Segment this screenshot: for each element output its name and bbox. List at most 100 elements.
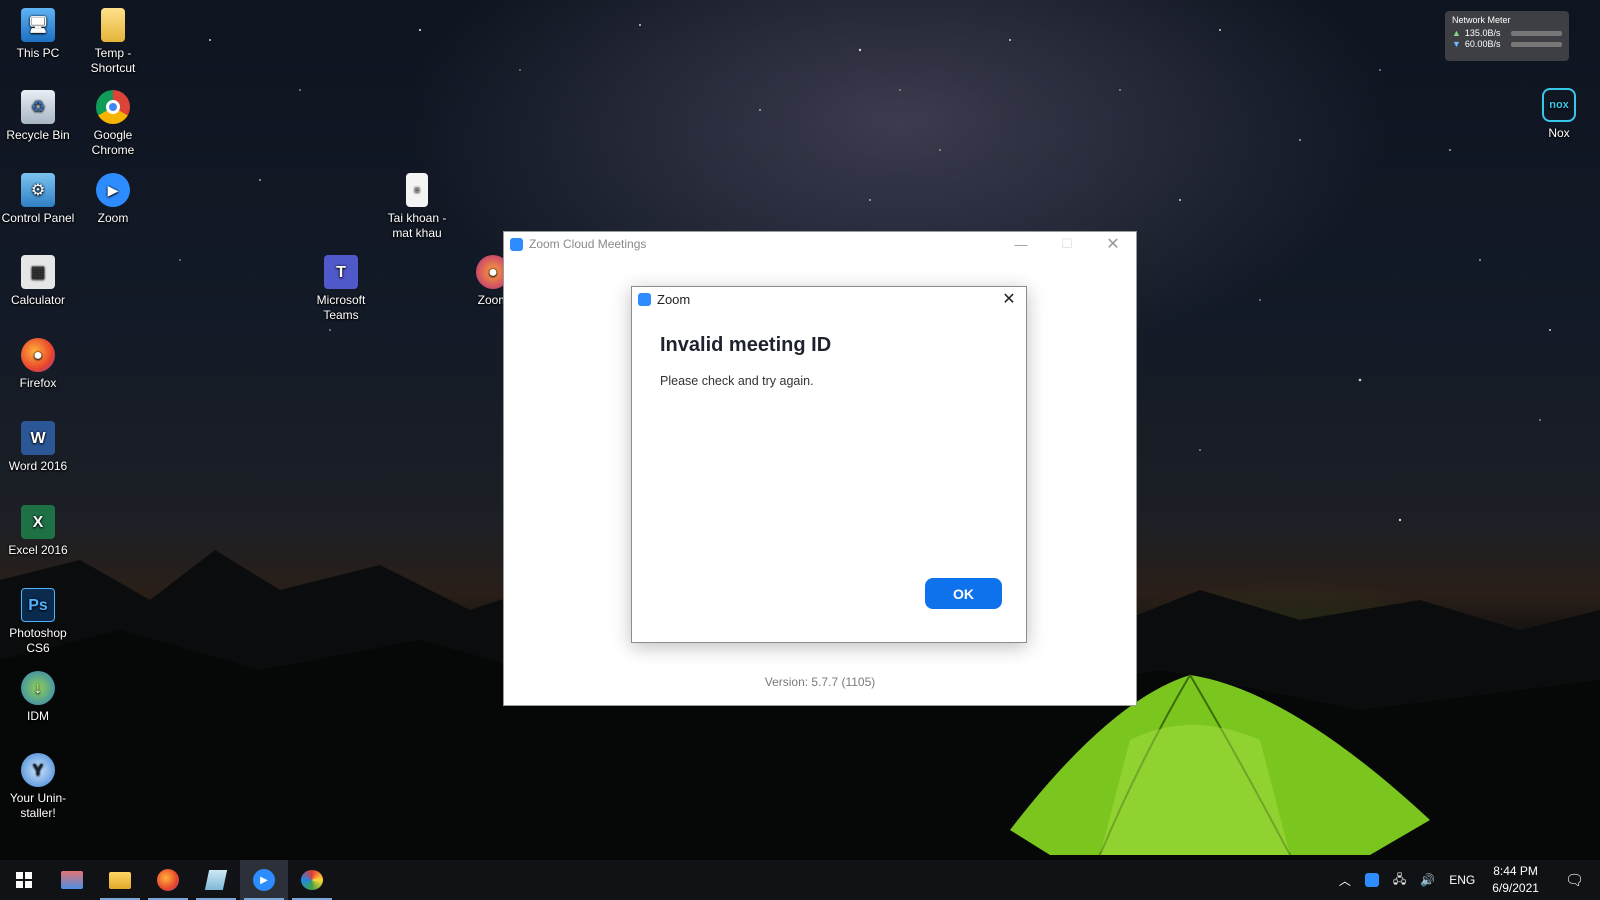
- zoom-logo-icon: [510, 237, 523, 251]
- desktop-icon-label: This PC: [16, 46, 60, 60]
- word-icon: W: [21, 421, 55, 455]
- error-dialog: Zoom ✕ Invalid meeting ID Please check a…: [631, 286, 1027, 643]
- desktop-icon-control-panel[interactable]: ⚙ Control Panel: [0, 173, 76, 226]
- taskbar-clock[interactable]: 8:44 PM 6/9/2021: [1482, 863, 1549, 897]
- control-panel-icon: ⚙: [21, 173, 55, 207]
- download-bar: [1510, 41, 1562, 47]
- desktop-icon-label: Recycle Bin: [6, 128, 70, 142]
- desktop-icon-label: Tai khoan - mat khau: [387, 211, 447, 240]
- tray-zoom-icon[interactable]: [1358, 873, 1386, 887]
- taskbar-app-file-explorer[interactable]: [96, 860, 144, 900]
- chrome-icon: [96, 90, 130, 124]
- zoom-window-title: Zoom Cloud Meetings: [529, 237, 647, 251]
- firefox-icon: ●: [21, 338, 55, 372]
- upload-bar: [1510, 30, 1562, 36]
- desktop-icon-word[interactable]: W Word 2016: [0, 421, 76, 474]
- idm-icon: ↓: [21, 671, 55, 705]
- ok-button[interactable]: OK: [925, 578, 1002, 609]
- control-panel-icon: [61, 871, 83, 889]
- zoom-icon: ▶: [253, 869, 275, 891]
- desktop-icon-label: Firefox: [19, 376, 57, 390]
- start-button[interactable]: [0, 860, 48, 900]
- taskbar: ▶ ︿ 🖧 🔊 ENG 8:44 PM 6/9/2021 🗨: [0, 860, 1600, 900]
- close-window-button[interactable]: ✕: [1090, 232, 1136, 256]
- folder-icon: [109, 871, 131, 889]
- dialog-close-button[interactable]: ✕: [998, 289, 1020, 309]
- desktop-icon-label: Nox: [1548, 126, 1570, 140]
- desktop-icon-label: IDM: [27, 709, 49, 723]
- system-tray: ︿ 🖧 🔊 ENG 8:44 PM 6/9/2021 🗨: [1332, 860, 1600, 900]
- desktop-icon-label: Excel 2016: [8, 543, 68, 557]
- desktop-icon-photoshop[interactable]: Ps Photoshop CS6: [0, 588, 76, 656]
- excel-icon: X: [21, 505, 55, 539]
- close-icon: ✕: [1002, 291, 1016, 308]
- download-arrow-icon: ▼: [1452, 39, 1461, 49]
- desktop-icon-zoom[interactable]: ▶ Zoom: [75, 173, 151, 226]
- desktop-icon-label: Word 2016: [8, 459, 68, 473]
- network-tray-button[interactable]: 🖧: [1386, 870, 1413, 891]
- taskbar-app-control-panel[interactable]: [48, 860, 96, 900]
- nox-icon: nox: [1542, 88, 1576, 122]
- zoom-icon: [1364, 873, 1379, 887]
- volume-tray-button[interactable]: 🔊: [1413, 873, 1442, 887]
- notification-icon: 🗨: [1564, 872, 1584, 889]
- dialog-titlebar[interactable]: Zoom: [632, 287, 1026, 311]
- paint-icon: [301, 870, 323, 890]
- network-meter-title: Network Meter: [1452, 15, 1511, 25]
- notes-icon: [204, 870, 228, 890]
- speaker-icon: 🔊: [1420, 873, 1436, 887]
- desktop-icon-chrome[interactable]: Google Chrome: [75, 90, 151, 158]
- action-center-button[interactable]: 🗨: [1549, 871, 1600, 889]
- upload-arrow-icon: ▲: [1452, 28, 1461, 38]
- show-hidden-icons-button[interactable]: ︿: [1332, 872, 1358, 889]
- maximize-button[interactable]: ☐: [1044, 232, 1090, 256]
- computer-icon: 🖥: [21, 8, 55, 42]
- language-indicator[interactable]: ENG: [1442, 873, 1482, 887]
- desktop-icon-label: Calculator: [10, 293, 66, 307]
- desktop-icon-idm[interactable]: ↓ IDM: [0, 671, 76, 724]
- desktop-icon-teams[interactable]: T Microsoft Teams: [303, 255, 379, 323]
- dialog-message: Please check and try again.: [660, 374, 814, 388]
- desktop-icon-nox[interactable]: nox Nox: [1521, 88, 1597, 141]
- zoom-logo-icon: [638, 292, 651, 306]
- desktop-icon-calculator[interactable]: ▦ Calculator: [0, 255, 76, 308]
- desktop-icon-label: Temp - Shortcut: [90, 46, 136, 75]
- desktop-icon-temp-shortcut[interactable]: Temp - Shortcut: [75, 8, 151, 76]
- taskbar-app-zoom[interactable]: ▶: [240, 860, 288, 900]
- uninstaller-icon: Y: [21, 753, 55, 787]
- desktop-icon-label: Zoom: [97, 211, 129, 225]
- chevron-up-icon: ︿: [1338, 873, 1351, 888]
- folder-icon: [101, 8, 125, 42]
- dialog-title: Zoom: [657, 291, 691, 307]
- desktop-icon-tai-khoan[interactable]: ≡ Tai khoan - mat khau: [379, 173, 455, 241]
- upload-speed: 135.0B/s: [1464, 28, 1501, 38]
- firefox-icon: [157, 869, 179, 891]
- calculator-icon: ▦: [21, 255, 55, 289]
- desktop-icon-firefox[interactable]: ● Firefox: [0, 338, 76, 391]
- taskbar-app-firefox[interactable]: [144, 860, 192, 900]
- teams-icon: T: [324, 255, 358, 289]
- desktop-icon-label: Your Unin-staller!: [9, 791, 67, 820]
- desktop-icon-label: Photoshop CS6: [9, 626, 67, 655]
- version-label: Version: 5.7.7 (1105): [764, 675, 876, 689]
- taskbar-app-notes[interactable]: [192, 860, 240, 900]
- desktop-icon-label: Control Panel: [1, 211, 75, 225]
- desktop-icon-recycle-bin[interactable]: ♻ Recycle Bin: [0, 90, 76, 143]
- network-icon: 🖧: [1392, 871, 1407, 886]
- dialog-heading: Invalid meeting ID: [660, 334, 832, 356]
- recycle-bin-icon: ♻: [21, 90, 55, 124]
- desktop-icon-uninstaller[interactable]: Y Your Unin-staller!: [0, 753, 76, 821]
- network-meter-widget: Network Meter ▲ 135.0B/s ▼ 60.00B/s: [1445, 11, 1569, 61]
- desktop-icon-label: Microsoft Teams: [316, 293, 366, 322]
- desktop-icon-this-pc[interactable]: 🖥 This PC: [0, 8, 76, 61]
- taskbar-app-paint[interactable]: [288, 860, 336, 900]
- text-file-icon: ≡: [406, 173, 428, 207]
- clock-date: 6/9/2021: [1492, 881, 1539, 895]
- download-speed: 60.00B/s: [1464, 39, 1501, 49]
- zoom-icon: ▶: [96, 173, 130, 207]
- windows-logo-icon: [16, 872, 32, 888]
- photoshop-icon: Ps: [21, 588, 55, 622]
- desktop-icon-excel[interactable]: X Excel 2016: [0, 505, 76, 558]
- desktop-icon-label: Google Chrome: [91, 128, 135, 157]
- minimize-button[interactable]: —: [998, 232, 1044, 256]
